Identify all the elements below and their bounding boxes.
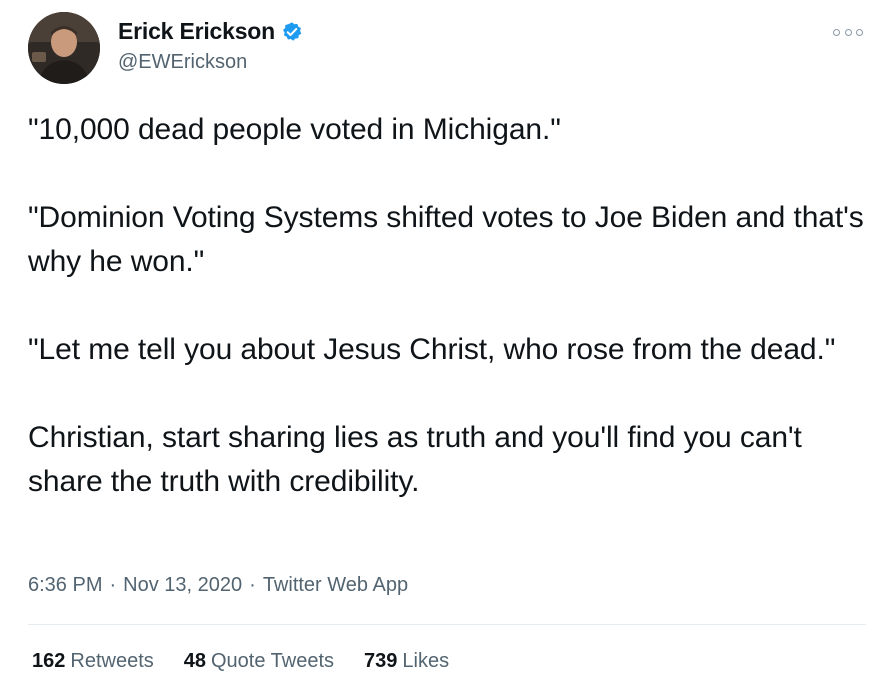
likes-label: Likes xyxy=(402,650,450,672)
profile-photo-icon xyxy=(28,12,100,84)
tweet-header: Erick Erickson @EWErickson xyxy=(28,12,303,84)
engagement-stats: 162 Retweets 48 Quote Tweets 739 Likes xyxy=(32,650,479,673)
tweet-paragraph: "10,000 dead people voted in Michigan." xyxy=(28,113,561,146)
tweet-metadata: 6:36 PM · Nov 13, 2020 · Twitter Web App xyxy=(28,574,408,597)
meta-separator: · xyxy=(109,574,117,596)
tweet-source[interactable]: Twitter Web App xyxy=(263,574,408,597)
author-display-name[interactable]: Erick Erickson xyxy=(118,18,275,45)
more-dot xyxy=(844,28,852,36)
tweet-paragraph: "Let me tell you about Jesus Christ, who… xyxy=(28,333,836,366)
tweet-time[interactable]: 6:36 PM xyxy=(28,574,102,597)
quote-tweets-label: Quote Tweets xyxy=(211,650,335,672)
likes-count: 739 xyxy=(364,650,398,672)
retweets-label: Retweets xyxy=(70,650,154,672)
quote-tweets-stat[interactable]: 48 Quote Tweets xyxy=(184,650,334,673)
tweet-text: "10,000 dead people voted in Michigan." … xyxy=(28,108,868,504)
retweets-count: 162 xyxy=(32,650,66,672)
avatar[interactable] xyxy=(28,12,100,84)
more-dot xyxy=(833,28,840,36)
verified-badge-icon xyxy=(281,21,303,43)
meta-separator: · xyxy=(249,574,256,596)
tweet-card: Erick Erickson @EWErickson "10,000 dead … xyxy=(0,0,885,690)
more-options-icon[interactable] xyxy=(833,24,863,40)
author-identity: Erick Erickson @EWErickson xyxy=(118,18,303,74)
divider xyxy=(28,624,866,625)
retweets-stat[interactable]: 162 Retweets xyxy=(32,650,154,673)
quote-tweets-count: 48 xyxy=(183,650,206,672)
likes-stat[interactable]: 739 Likes xyxy=(364,650,449,673)
name-row: Erick Erickson xyxy=(118,18,303,45)
tweet-date[interactable]: Nov 13, 2020 xyxy=(123,574,242,597)
more-dot xyxy=(856,28,863,36)
author-handle[interactable]: @EWErickson xyxy=(118,51,303,74)
tweet-paragraph: "Dominion Voting Systems shifted votes t… xyxy=(28,201,864,278)
tweet-paragraph: Christian, start sharing lies as truth a… xyxy=(28,421,802,498)
